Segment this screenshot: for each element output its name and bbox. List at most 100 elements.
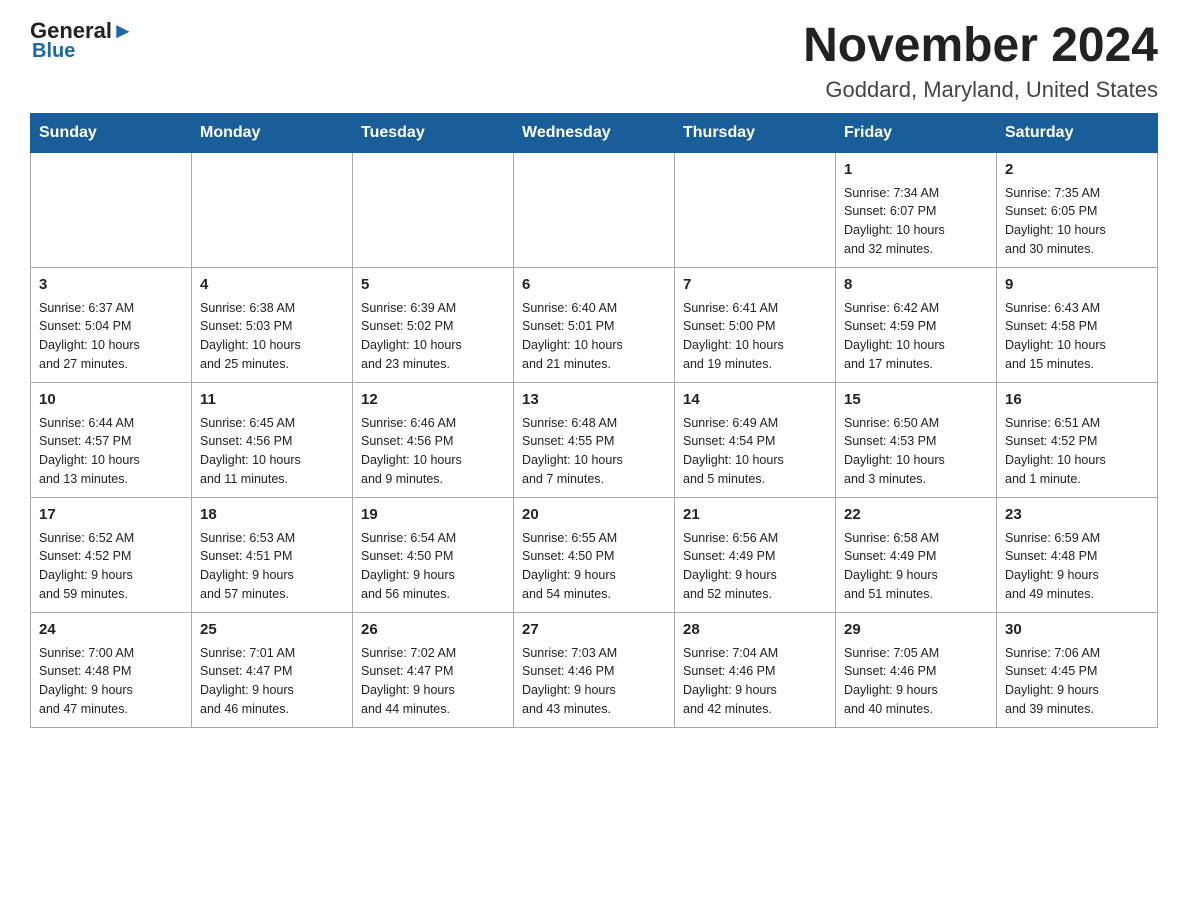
day-sun-info: Sunrise: 6:48 AM Sunset: 4:55 PM Dayligh… bbox=[522, 414, 666, 489]
day-number: 1 bbox=[844, 159, 988, 181]
calendar-day-cell bbox=[31, 152, 192, 267]
day-sun-info: Sunrise: 6:54 AM Sunset: 4:50 PM Dayligh… bbox=[361, 529, 505, 604]
day-sun-info: Sunrise: 6:50 AM Sunset: 4:53 PM Dayligh… bbox=[844, 414, 988, 489]
calendar-day-cell: 15 Sunrise: 6:50 AM Sunset: 4:53 PM Dayli… bbox=[836, 382, 997, 497]
calendar-day-cell: 25 Sunrise: 7:01 AM Sunset: 4:47 PM Dayli… bbox=[192, 612, 353, 727]
day-sun-info: Sunrise: 6:44 AM Sunset: 4:57 PM Dayligh… bbox=[39, 414, 183, 489]
day-sun-info: Sunrise: 6:42 AM Sunset: 4:59 PM Dayligh… bbox=[844, 299, 988, 374]
day-number: 17 bbox=[39, 504, 183, 526]
day-number: 29 bbox=[844, 619, 988, 641]
calendar-day-cell: 21Sunrise: 6:56 AM Sunset: 4:49 PM Dayli… bbox=[675, 497, 836, 612]
calendar-day-cell bbox=[514, 152, 675, 267]
day-sun-info: Sunrise: 6:38 AM Sunset: 5:03 PM Dayligh… bbox=[200, 299, 344, 374]
day-sun-info: Sunrise: 7:03 AM Sunset: 4:46 PM Dayligh… bbox=[522, 644, 666, 719]
calendar-day-cell: 7Sunrise: 6:41 AM Sunset: 5:00 PM Daylig… bbox=[675, 267, 836, 382]
day-of-week-header: Saturday bbox=[997, 113, 1158, 152]
calendar-day-cell: 17 Sunrise: 6:52 AM Sunset: 4:52 PM Dayli… bbox=[31, 497, 192, 612]
day-of-week-header: Thursday bbox=[675, 113, 836, 152]
day-sun-info: Sunrise: 6:52 AM Sunset: 4:52 PM Dayligh… bbox=[39, 529, 183, 604]
day-number: 5 bbox=[361, 274, 505, 296]
day-number: 6 bbox=[522, 274, 666, 296]
day-sun-info: Sunrise: 7:00 AM Sunset: 4:48 PM Dayligh… bbox=[39, 644, 183, 719]
day-sun-info: Sunrise: 6:49 AM Sunset: 4:54 PM Dayligh… bbox=[683, 414, 827, 489]
logo-general: General bbox=[30, 20, 112, 42]
day-number: 19 bbox=[361, 504, 505, 526]
day-number: 22 bbox=[844, 504, 988, 526]
day-number: 20 bbox=[522, 504, 666, 526]
calendar-day-cell: 13 Sunrise: 6:48 AM Sunset: 4:55 PM Dayli… bbox=[514, 382, 675, 497]
calendar-day-cell: 6 Sunrise: 6:40 AM Sunset: 5:01 PM Daylig… bbox=[514, 267, 675, 382]
logo: General ► Blue bbox=[30, 20, 134, 63]
calendar-day-cell: 9 Sunrise: 6:43 AM Sunset: 4:58 PM Daylig… bbox=[997, 267, 1158, 382]
day-number: 16 bbox=[1005, 389, 1149, 411]
logo-blue-text: ► bbox=[112, 20, 134, 42]
day-sun-info: Sunrise: 6:53 AM Sunset: 4:51 PM Dayligh… bbox=[200, 529, 344, 604]
calendar-day-cell: 19 Sunrise: 6:54 AM Sunset: 4:50 PM Dayli… bbox=[353, 497, 514, 612]
calendar-day-cell bbox=[353, 152, 514, 267]
calendar-day-cell: 10 Sunrise: 6:44 AM Sunset: 4:57 PM Dayli… bbox=[31, 382, 192, 497]
day-sun-info: Sunrise: 6:51 AM Sunset: 4:52 PM Dayligh… bbox=[1005, 414, 1149, 489]
calendar-day-cell: 29 Sunrise: 7:05 AM Sunset: 4:46 PM Dayli… bbox=[836, 612, 997, 727]
day-of-week-header: Tuesday bbox=[353, 113, 514, 152]
day-number: 8 bbox=[844, 274, 988, 296]
calendar-day-cell: 27 Sunrise: 7:03 AM Sunset: 4:46 PM Dayli… bbox=[514, 612, 675, 727]
day-number: 23 bbox=[1005, 504, 1149, 526]
calendar-day-cell: 5Sunrise: 6:39 AM Sunset: 5:02 PM Daylig… bbox=[353, 267, 514, 382]
day-number: 27 bbox=[522, 619, 666, 641]
day-sun-info: Sunrise: 7:02 AM Sunset: 4:47 PM Dayligh… bbox=[361, 644, 505, 719]
day-sun-info: Sunrise: 6:46 AM Sunset: 4:56 PM Dayligh… bbox=[361, 414, 505, 489]
calendar-day-cell: 24 Sunrise: 7:00 AM Sunset: 4:48 PM Dayli… bbox=[31, 612, 192, 727]
page-header: General ► Blue November 2024 Goddard, Ma… bbox=[30, 20, 1158, 103]
day-sun-info: Sunrise: 7:06 AM Sunset: 4:45 PM Dayligh… bbox=[1005, 644, 1149, 719]
calendar-day-cell: 2 Sunrise: 7:35 AM Sunset: 6:05 PM Daylig… bbox=[997, 152, 1158, 267]
day-sun-info: Sunrise: 7:04 AM Sunset: 4:46 PM Dayligh… bbox=[683, 644, 827, 719]
day-number: 4 bbox=[200, 274, 344, 296]
day-number: 9 bbox=[1005, 274, 1149, 296]
logo-blue-word: Blue bbox=[30, 40, 75, 63]
day-sun-info: Sunrise: 7:05 AM Sunset: 4:46 PM Dayligh… bbox=[844, 644, 988, 719]
month-title: November 2024 bbox=[803, 20, 1158, 73]
day-number: 11 bbox=[200, 389, 344, 411]
day-sun-info: Sunrise: 6:59 AM Sunset: 4:48 PM Dayligh… bbox=[1005, 529, 1149, 604]
calendar-day-cell: 3 Sunrise: 6:37 AM Sunset: 5:04 PM Daylig… bbox=[31, 267, 192, 382]
calendar-day-cell: 30 Sunrise: 7:06 AM Sunset: 4:45 PM Dayli… bbox=[997, 612, 1158, 727]
day-number: 25 bbox=[200, 619, 344, 641]
day-sun-info: Sunrise: 6:45 AM Sunset: 4:56 PM Dayligh… bbox=[200, 414, 344, 489]
day-number: 30 bbox=[1005, 619, 1149, 641]
calendar-day-cell bbox=[192, 152, 353, 267]
day-sun-info: Sunrise: 6:55 AM Sunset: 4:50 PM Dayligh… bbox=[522, 529, 666, 604]
day-number: 10 bbox=[39, 389, 183, 411]
day-of-week-header: Sunday bbox=[31, 113, 192, 152]
day-sun-info: Sunrise: 6:37 AM Sunset: 5:04 PM Dayligh… bbox=[39, 299, 183, 374]
day-number: 12 bbox=[361, 389, 505, 411]
calendar-day-cell bbox=[675, 152, 836, 267]
day-number: 15 bbox=[844, 389, 988, 411]
calendar-week-row: 10 Sunrise: 6:44 AM Sunset: 4:57 PM Dayli… bbox=[31, 382, 1158, 497]
day-number: 24 bbox=[39, 619, 183, 641]
day-number: 26 bbox=[361, 619, 505, 641]
day-sun-info: Sunrise: 7:35 AM Sunset: 6:05 PM Dayligh… bbox=[1005, 184, 1149, 259]
calendar-day-cell: 22 Sunrise: 6:58 AM Sunset: 4:49 PM Dayli… bbox=[836, 497, 997, 612]
calendar-week-row: 1 Sunrise: 7:34 AM Sunset: 6:07 PM Daylig… bbox=[31, 152, 1158, 267]
day-number: 3 bbox=[39, 274, 183, 296]
day-sun-info: Sunrise: 6:56 AM Sunset: 4:49 PM Dayligh… bbox=[683, 529, 827, 604]
calendar-day-cell: 8 Sunrise: 6:42 AM Sunset: 4:59 PM Daylig… bbox=[836, 267, 997, 382]
calendar-day-cell: 11 Sunrise: 6:45 AM Sunset: 4:56 PM Dayli… bbox=[192, 382, 353, 497]
day-number: 14 bbox=[683, 389, 827, 411]
day-sun-info: Sunrise: 6:40 AM Sunset: 5:01 PM Dayligh… bbox=[522, 299, 666, 374]
day-number: 2 bbox=[1005, 159, 1149, 181]
calendar-day-cell: 28Sunrise: 7:04 AM Sunset: 4:46 PM Dayli… bbox=[675, 612, 836, 727]
calendar-week-row: 24 Sunrise: 7:00 AM Sunset: 4:48 PM Dayli… bbox=[31, 612, 1158, 727]
calendar-table: SundayMondayTuesdayWednesdayThursdayFrid… bbox=[30, 113, 1158, 728]
calendar-day-cell: 1 Sunrise: 7:34 AM Sunset: 6:07 PM Daylig… bbox=[836, 152, 997, 267]
day-sun-info: Sunrise: 6:43 AM Sunset: 4:58 PM Dayligh… bbox=[1005, 299, 1149, 374]
calendar-day-cell: 12 Sunrise: 6:46 AM Sunset: 4:56 PM Dayli… bbox=[353, 382, 514, 497]
day-sun-info: Sunrise: 7:01 AM Sunset: 4:47 PM Dayligh… bbox=[200, 644, 344, 719]
calendar-day-cell: 26 Sunrise: 7:02 AM Sunset: 4:47 PM Dayli… bbox=[353, 612, 514, 727]
calendar-day-cell: 4 Sunrise: 6:38 AM Sunset: 5:03 PM Daylig… bbox=[192, 267, 353, 382]
calendar-day-cell: 20 Sunrise: 6:55 AM Sunset: 4:50 PM Dayli… bbox=[514, 497, 675, 612]
day-sun-info: Sunrise: 6:41 AM Sunset: 5:00 PM Dayligh… bbox=[683, 299, 827, 374]
day-sun-info: Sunrise: 6:58 AM Sunset: 4:49 PM Dayligh… bbox=[844, 529, 988, 604]
day-sun-info: Sunrise: 7:34 AM Sunset: 6:07 PM Dayligh… bbox=[844, 184, 988, 259]
day-number: 13 bbox=[522, 389, 666, 411]
